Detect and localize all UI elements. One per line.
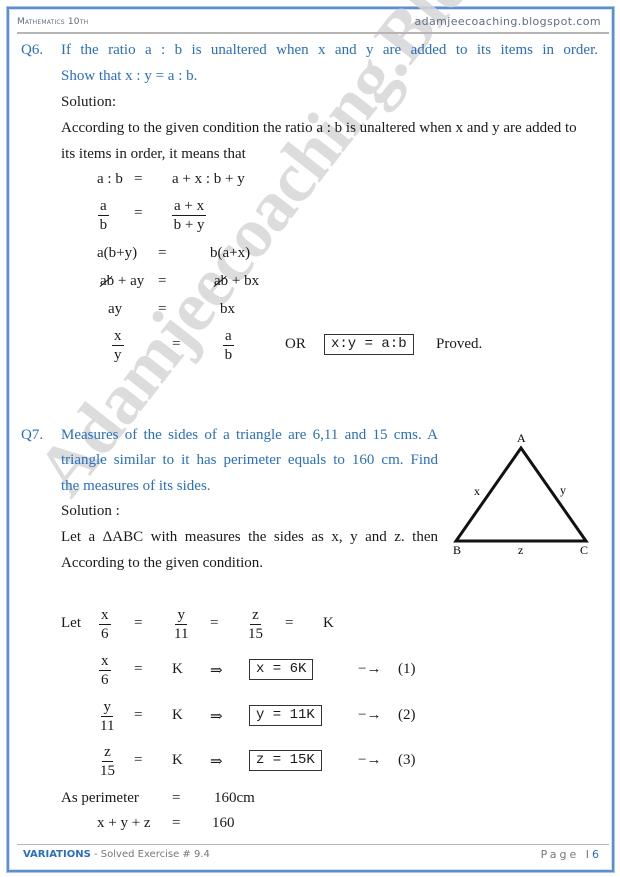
step5-lhs: ay — [108, 301, 123, 317]
step6-eq: = — [172, 336, 181, 352]
step1-lhs: a : b — [97, 171, 123, 187]
result1-k: K — [172, 661, 183, 677]
step2-eq: = — [134, 205, 143, 221]
triangle-diagram: A B C x y z — [453, 431, 589, 557]
ratio-x-fraction: x6 — [99, 607, 111, 642]
q7-question-line3: the measures of its sides. — [61, 478, 211, 494]
q7-solution-label: Solution : — [61, 503, 120, 519]
result3-implies: ⇒ — [210, 754, 223, 770]
result2-boxed: y = 11K — [249, 705, 322, 726]
result2-k: K — [172, 707, 183, 723]
sum-lhs: x + y + z — [97, 815, 151, 831]
result3-boxed: z = 15K — [249, 750, 322, 771]
vertex-c-label: C — [580, 543, 588, 557]
step4-eq: = — [158, 273, 167, 289]
result2-eq: = — [134, 707, 143, 723]
cancelled-term: ab — [100, 273, 115, 289]
step2-rhs-fraction: a + xb + y — [172, 198, 207, 233]
side-y-label: y — [560, 483, 566, 497]
page-header: Mathematics 10th adamjeecoaching.blogspo… — [17, 14, 609, 34]
let-label: Let — [61, 615, 81, 631]
q6-solution-label: Solution: — [61, 94, 117, 110]
result3-arrow: −→ — [358, 752, 382, 768]
result1-tag: (1) — [398, 661, 416, 677]
result3-tag: (3) — [398, 752, 416, 768]
perimeter-eq: = — [172, 790, 181, 806]
result1-eq: = — [134, 661, 143, 677]
result2-fraction: y 11 — [100, 699, 115, 734]
q7-paragraph-line2: According to the given condition. — [61, 555, 264, 571]
q7-number: Q7. — [21, 427, 44, 443]
step3-eq: = — [158, 245, 167, 261]
side-x-label: x — [474, 484, 480, 498]
result3-fraction: z 15 — [100, 744, 115, 779]
result3-k: K — [172, 752, 183, 768]
result3-eq: = — [134, 752, 143, 768]
or-label: OR — [285, 336, 306, 352]
step6-rhs-fraction: ab — [223, 328, 234, 363]
vertex-a-label: A — [517, 431, 526, 445]
q6-paragraph-line2: its items in order, it means that — [61, 146, 246, 162]
footer-chapter: VARIATIONS - Solved Exercise # 9.4 — [23, 849, 210, 860]
cancelled-term: ab — [214, 273, 229, 289]
sum-rhs: 160 — [212, 815, 235, 831]
ratio-z-fraction: z 15 — [248, 607, 263, 642]
q6-question-line2: Show that x : y = a : b. — [61, 68, 198, 84]
step3-lhs: a(b+y) — [97, 245, 138, 261]
q6-paragraph-line1: According to the given condition the rat… — [61, 120, 577, 136]
boxed-result: x:y = a:b — [324, 334, 414, 355]
step4-lhs: ab + ay — [100, 273, 145, 289]
subject-title: Mathematics 10th — [17, 17, 89, 27]
result1-boxed: x = 6K — [249, 659, 314, 680]
ratio-y-fraction: y 11 — [174, 607, 189, 642]
step3-rhs: b(a+x) — [210, 245, 251, 261]
sum-eq: = — [172, 815, 181, 831]
q6-question-line1: If the ratio a : b is unaltered when x a… — [61, 42, 598, 58]
result1-arrow: −→ — [358, 661, 382, 677]
ratio-eq-2: = — [210, 615, 219, 631]
step5-eq: = — [158, 301, 167, 317]
perimeter-value: 160cm — [214, 790, 255, 806]
constant-k: K — [323, 615, 334, 631]
step5-rhs: bx — [220, 301, 235, 317]
result1-fraction: x6 — [99, 653, 111, 688]
proved-label: Proved. — [436, 336, 483, 352]
page-footer: VARIATIONS - Solved Exercise # 9.4 Page … — [17, 844, 609, 865]
page-number: Page I6 — [540, 848, 599, 861]
q6-number: Q6. — [21, 42, 44, 58]
ratio-eq-3: = — [285, 615, 294, 631]
step6-lhs-fraction: xy — [112, 328, 124, 363]
ratio-eq-1: = — [134, 615, 143, 631]
result2-arrow: −→ — [358, 707, 382, 723]
exercise-label: - Solved Exercise # 9.4 — [90, 849, 210, 860]
q7-question-line2: triangle similar to it has perimeter equ… — [61, 452, 438, 468]
vertex-b-label: B — [453, 543, 461, 557]
step1-rhs: a + x : b + y — [172, 171, 245, 187]
perimeter-label: As perimeter — [61, 790, 139, 806]
q7-question-line1: Measures of the sides of a triangle are … — [61, 427, 438, 443]
q7-paragraph-line1: Let a ΔABC with measures the sides as x,… — [61, 529, 438, 545]
result2-tag: (2) — [398, 707, 416, 723]
step4-rhs: ab + bx — [214, 273, 260, 289]
step2-lhs-fraction: ab — [98, 198, 109, 233]
website-link[interactable]: adamjeecoaching.blogspot.com — [414, 15, 601, 28]
side-z-label: z — [518, 543, 523, 557]
result2-implies: ⇒ — [210, 709, 223, 725]
chapter-name: VARIATIONS — [23, 849, 91, 860]
step1-eq: = — [134, 171, 143, 187]
result1-implies: ⇒ — [210, 663, 223, 679]
